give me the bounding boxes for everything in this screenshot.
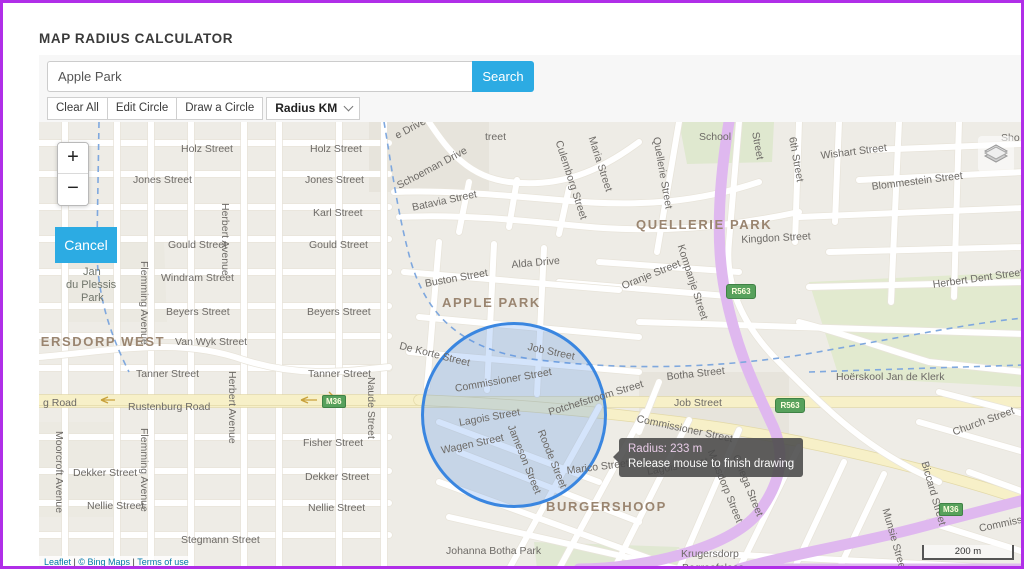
map-highway-shield: R563 [775,398,805,413]
zoom-control: + − [57,142,89,206]
map-canvas[interactable]: .rd { stroke:#ffffff; stroke-width:6; fi… [39,122,1021,566]
map-highway-shield: R563 [726,284,756,299]
draw-circle-button[interactable]: Draw a Circle [176,97,264,120]
tooltip-hint-text: Release mouse to finish drawing [628,458,795,470]
map-highway-shield: M36 [939,503,963,516]
zoom-in-button[interactable]: + [58,143,88,174]
tooltip-radius-text: Radius: 233 m [628,443,703,455]
chevron-down-icon [343,101,354,112]
scale-bar: 200 m [922,545,1014,560]
zoom-out-button[interactable]: − [58,174,88,205]
search-row: Search [47,61,534,92]
draw-tooltip: Radius: 233 m Release mouse to finish dr… [612,438,804,477]
map-highway-shield: M36 [322,395,346,408]
layers-icon [983,144,1009,163]
cancel-drawing-button[interactable]: Cancel [55,227,117,263]
terms-of-use-link[interactable]: Terms of use [137,557,189,566]
map-tiles: .rd { stroke:#ffffff; stroke-width:6; fi… [39,122,1021,566]
search-input[interactable] [47,61,472,92]
map-vector-layer: .rd { stroke:#ffffff; stroke-width:6; fi… [39,122,1021,566]
radius-unit-label: Radius KM [275,101,338,115]
search-button[interactable]: Search [472,61,534,92]
edit-circle-button[interactable]: Edit Circle [106,97,178,120]
toolbar-panel: Search Clear All Edit Circle Draw a Circ… [39,55,1021,122]
toolbar-button-group: Clear All Edit Circle Draw a Circle Radi… [47,97,361,120]
attribution-bar: Leaflet | © Bing Maps | Terms of use [39,556,194,566]
page-title: MAP RADIUS CALCULATOR [39,31,234,46]
radius-unit-select[interactable]: Radius KM [266,97,361,120]
clear-all-button[interactable]: Clear All [47,97,108,120]
bing-maps-link[interactable]: © Bing Maps [78,557,130,566]
layers-control-button[interactable] [978,136,1014,172]
app-window: MAP RADIUS CALCULATOR Search Clear All E… [0,0,1024,569]
leaflet-link[interactable]: Leaflet [44,557,71,566]
